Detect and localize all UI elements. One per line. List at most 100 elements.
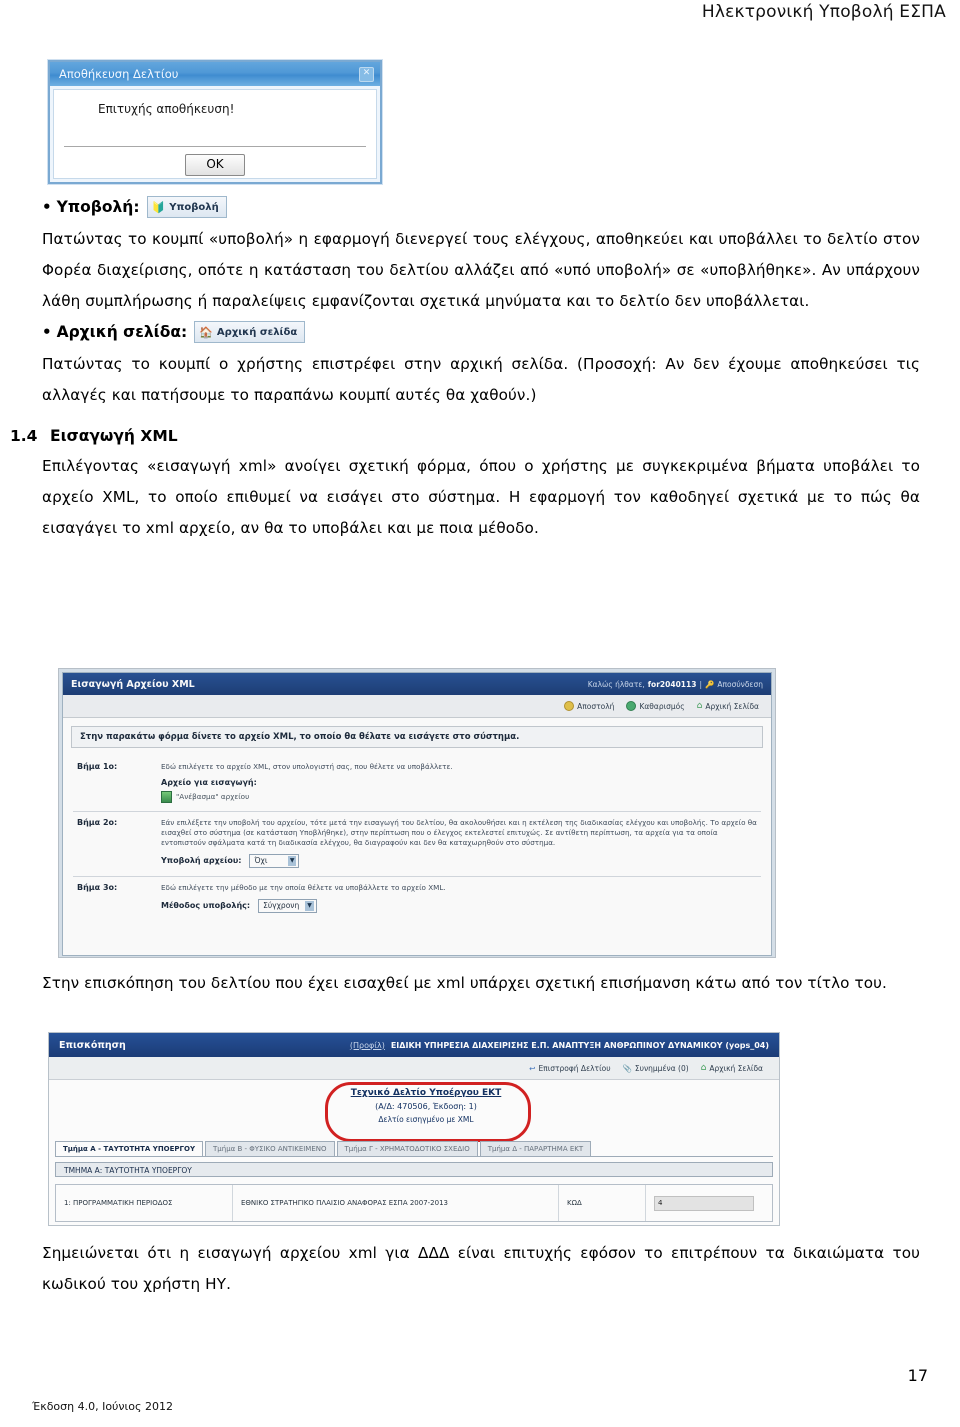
step-2-row: Βήμα 2ο: Εάν επιλέξετε την υποβολή του α… [63,812,771,868]
toolbar-return[interactable]: ↩ Επιστροφή Δελτίου [529,1064,610,1073]
toolbar-home-label: Αρχική Σελίδα [705,701,759,711]
dialog-titlebar: Αποθήκευση Δελτίου ✕ [50,62,380,86]
row-field-label: 1: ΠΡΟΓΡΑΜΜΑΤΙΚΗ ΠΕΡΙΟΔΟΣ [56,1185,233,1221]
overview-title: Επισκόπηση [59,1039,126,1051]
chevron-down-icon: ▼ [305,901,314,911]
submit-file-select[interactable]: Όχι ▼ [249,854,300,868]
separator: | [699,679,702,689]
close-icon[interactable]: ✕ [359,66,374,82]
step-2-label: Βήμα 2ο: [77,818,118,827]
toolbar-attachments-label: Συνημμένα (0) [634,1063,689,1073]
page-running-header: Ηλεκτρονική Υποβολή ΕΣΠΑ [701,2,946,22]
paragraph-overview: Στην επισκόπηση του δελτίου που έχει εισ… [42,974,887,992]
profile-link[interactable]: (Προφίλ) [350,1041,385,1050]
submit-file-field: Υποβολή αρχείου: Όχι ▼ [161,854,761,868]
xml-toolbar: Αποστολή Καθαρισμός ⌂ Αρχική Σελίδα [63,695,771,718]
tab-tmima-a[interactable]: Τμήμα Α - ΤΑΥΤΟΤΗΤΑ ΥΠΟΕΡΓΟΥ [55,1141,204,1156]
tab-tmima-g[interactable]: Τμήμα Γ - ΧΡΗΜΑΤΟΔΟΤΙΚΟ ΣΧΕΔΙΟ [336,1141,478,1156]
toolbar-home[interactable]: ⌂ Αρχική Σελίδα [697,701,759,711]
step-1-row: Βήμα 1ο: Εδώ επιλέγετε το αρχείο XML, στ… [63,756,771,803]
step-3-text: Εδώ επιλέγετε την μέθοδο με την οποία θέ… [161,883,446,892]
paragraph-submit: Πατώντας το κουμπί «υποβολή» η εφαρμογή … [42,230,920,310]
xml-login-info: Καλώς ήλθατε, for2040113 | 🔑 Αποσύνδεση [588,680,763,689]
logout-icon: 🔑 [704,679,715,689]
submit-file-value: Όχι [254,856,268,865]
table-row: 1: ΠΡΟΓΡΑΜΜΑΤΙΚΗ ΠΕΡΙΟΔΟΣ ΕΘΝΙΚΟ ΣΤΡΑΤΗΓ… [55,1184,773,1222]
step-3-label: Βήμα 3ο: [77,883,118,892]
organization-name: ΕΙΔΙΚΗ ΥΠΗΡΕΣΙΑ ΔΙΑΧΕΙΡΙΣΗΣ Ε.Π. ΑΝΑΠΤΥΞ… [390,1040,769,1050]
paragraph-xml: Επιλέγοντας «εισαγωγή xml» ανοίγει σχετι… [42,457,920,537]
dialog-message: Επιτυχής αποθήκευση! [98,102,235,116]
paperclip-icon: 📎 [622,1063,632,1073]
home-button-chip[interactable]: 🏠 Αρχική σελίδα [194,321,306,343]
upload-icon [161,791,172,803]
bullet-submit-label: Υποβολή: [56,198,140,216]
submit-chip-label: Υποβολή [169,201,219,213]
step-3-body: Εδώ επιλέγετε την μέθοδο με την οποία θέ… [161,883,761,913]
submit-method-select[interactable]: Σύγχρονη ▼ [258,899,317,913]
xml-titlebar: Εισαγωγή Αρχείου XML Καλώς ήλθατε, for20… [63,673,771,695]
xml-window-inner: Εισαγωγή Αρχείου XML Καλώς ήλθατε, for20… [62,672,772,956]
upload-file-link[interactable]: "Ανέβασμα" αρχείου [161,791,761,803]
section-bar: ΤΜΗΜΑ Α: ΤΑΥΤΟΤΗΤΑ ΥΠΟΕΡΓΟΥ [55,1162,773,1177]
row-code-input[interactable]: 4 [654,1195,754,1211]
dialog-title: Αποθήκευση Δελτίου [59,67,179,81]
toolbar-send-label: Αποστολή [577,701,615,711]
xml-title: Εισαγωγή Αρχείου XML [71,678,195,690]
overview-tabs: Τμήμα Α - ΤΑΥΤΟΤΗΤΑ ΥΠΟΕΡΓΟΥ Τμήμα Β - Φ… [55,1140,773,1157]
clear-icon [626,701,637,711]
overview-org-info: (Προφίλ) ΕΙΔΙΚΗ ΥΠΗΡΕΣΙΑ ΔΙΑΧΕΙΡΙΣΗΣ Ε.Π… [350,1041,769,1050]
toolbar-attachments[interactable]: 📎 Συνημμένα (0) [623,1064,689,1073]
document-title-block: Τεχνικό Δελτίο Υποέργου ΕΚΤ (Α/Δ: 470506… [335,1088,517,1124]
step-3-field-label: Μέθοδος υποβολής: [161,901,251,910]
dialog-body: Επιτυχής αποθήκευση! OK [53,89,377,179]
step-2-text: Εάν επιλέξετε την υποβολή του αρχείου, τ… [161,818,757,847]
step-3-row: Βήμα 3ο: Εδώ επιλέγετε την μέθοδο με την… [63,877,771,913]
section-title: Εισαγωγή XML [50,427,178,445]
footer-version: Έκδοση 4.0, Ιούνιος 2012 [32,1400,173,1413]
submit-icon: 🔰 [151,200,166,214]
back-arrow-icon: ↩ [529,1063,536,1073]
home-icon: 🏠 [199,325,213,339]
step-1-label: Βήμα 1ο: [77,762,118,771]
toolbar-home-label: Αρχική Σελίδα [709,1063,763,1073]
step-1-text: Εδώ επιλέγετε το αρχείο XML, στον υπολογ… [161,762,453,771]
section-heading: 1.4 Εισαγωγή XML [10,427,920,445]
upload-link-label: "Ανέβασμα" αρχείου [176,792,250,801]
tab-tmima-d[interactable]: Τμήμα Δ - ΠΑΡΑΡΤΗΜΑ ΕΚΤ [479,1141,592,1156]
username: for2040113 [647,679,697,689]
welcome-text: Καλώς ήλθατε, [587,679,645,689]
toolbar-send[interactable]: Αποστολή [564,701,614,711]
section-number: 1.4 [10,427,38,445]
screenshot-xml-import: Εισαγωγή Αρχείου XML Καλώς ήλθατε, for20… [58,668,776,958]
submit-method-field: Μέθοδος υποβολής: Σύγχρονη ▼ [161,899,761,913]
paragraph-home: Πατώντας το κουμπί ο χρήστης επιστρέφει … [42,355,920,404]
document-subtitle: (Α/Δ: 470506, Έκδοση: 1) [375,1102,477,1111]
bullet-submit: Υποβολή: 🔰 Υποβολή [42,196,920,218]
row-field-value: ΕΘΝΙΚΟ ΣΤΡΑΤΗΓΙΚΟ ΠΛΑΙΣΙΟ ΑΝΑΦΟΡΑΣ ΕΣΠΑ … [233,1185,559,1221]
row-code-cell: 4 [646,1185,772,1221]
submit-button-chip[interactable]: 🔰 Υποβολή [146,196,227,218]
step-1-body: Εδώ επιλέγετε το αρχείο XML, στον υπολογ… [161,762,761,803]
tab-tmima-b[interactable]: Τμήμα Β - ΦΥΣΙΚΟ ΑΝΤΙΚΕΙΜΕΝΟ [205,1141,335,1156]
page-number: 17 [907,1366,928,1385]
document-title[interactable]: Τεχνικό Δελτίο Υποέργου ΕΚΤ [335,1088,517,1098]
toolbar-clear-label: Καθαρισμός [639,701,685,711]
toolbar-clear[interactable]: Καθαρισμός [626,701,685,711]
dialog-divider [64,146,366,147]
step-2-field-label: Υποβολή αρχείου: [161,856,242,865]
document-xml-note: Δελτίο εισηγμένο με XML [378,1115,474,1124]
xml-window-frame: Εισαγωγή Αρχείου XML Καλώς ήλθατε, for20… [59,669,775,957]
ok-button[interactable]: OK [185,154,245,176]
paragraph-note: Σημειώνεται ότι η εισαγωγή αρχείου xml γ… [42,1244,920,1293]
submit-method-value: Σύγχρονη [263,901,300,910]
overview-toolbar: ↩ Επιστροφή Δελτίου 📎 Συνημμένα (0) ⌂ Αρ… [49,1057,779,1080]
toolbar-home[interactable]: ⌂ Αρχική Σελίδα [701,1063,763,1073]
logout-link[interactable]: Αποσύνδεση [717,680,763,689]
chevron-down-icon: ▼ [287,856,297,866]
send-icon [564,701,575,711]
home-chip-label: Αρχική σελίδα [216,326,298,338]
xml-notice: Στην παρακάτω φόρμα δίνετε το αρχείο XML… [71,726,763,748]
row-code-label: ΚΩΔ [559,1185,646,1221]
step-1-field-label: Αρχείο για εισαγωγή: [161,778,257,787]
